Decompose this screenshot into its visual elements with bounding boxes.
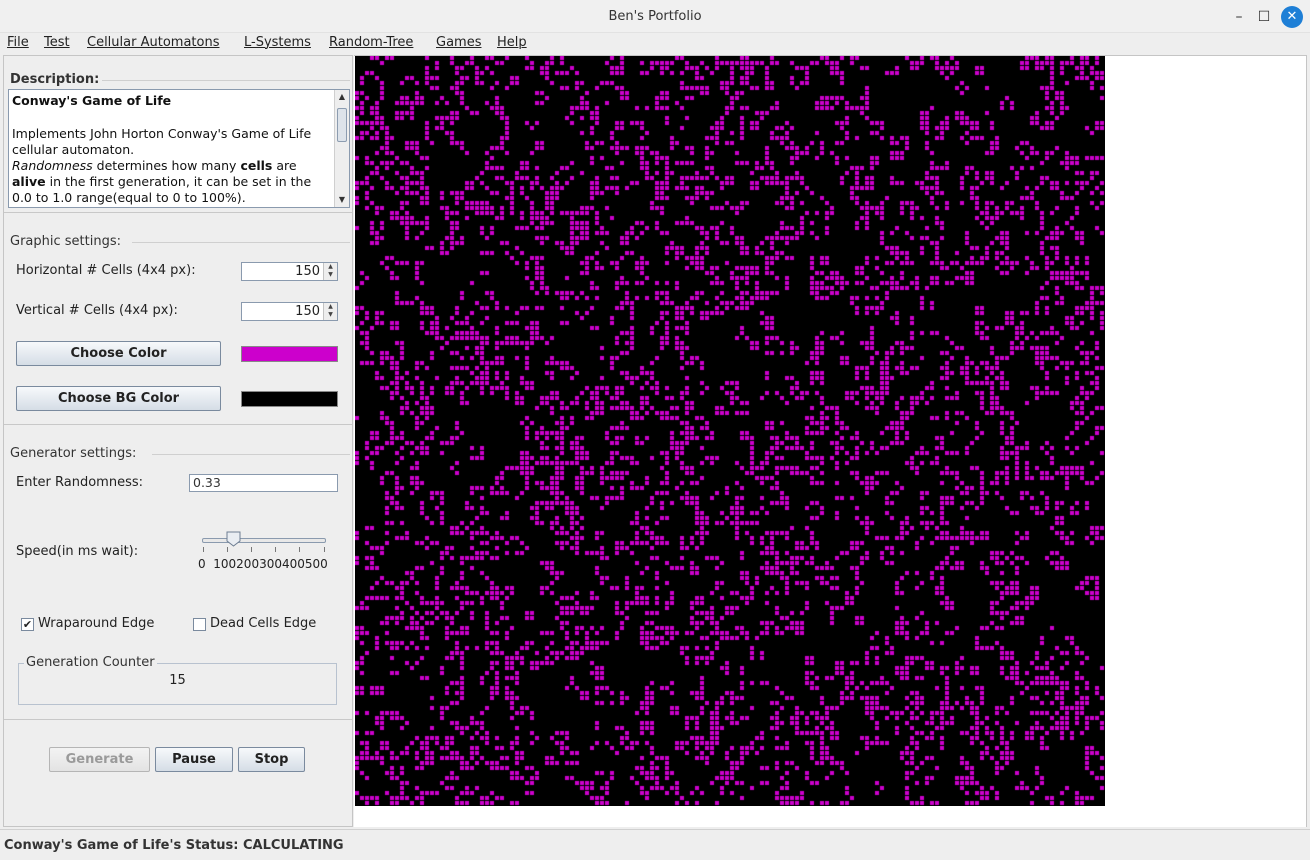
canvas-area: [354, 55, 1307, 827]
horizontal-cells-label: Horizontal # Cells (4x4 px):: [16, 263, 196, 278]
slider-tick: [275, 547, 276, 552]
panel-divider: [4, 424, 352, 425]
description-title: Conway's Game of Life: [12, 93, 172, 108]
spinner-down-icon[interactable]: ▼: [324, 311, 337, 319]
section-divider: [102, 80, 350, 81]
generate-button[interactable]: Generate: [49, 747, 150, 772]
wraparound-checkbox[interactable]: ✔: [21, 618, 34, 631]
minimize-icon[interactable]: –: [1228, 6, 1250, 28]
alive-word: alive: [12, 174, 46, 189]
title-bar: Ben's Portfolio – ☐ ✕: [0, 0, 1310, 33]
menu-games[interactable]: Games: [436, 35, 481, 50]
graphic-section-label: Graphic settings:: [10, 234, 121, 249]
description-line: Implements John Horton Conway's Game of …: [12, 126, 312, 157]
maximize-icon[interactable]: ☐: [1253, 6, 1275, 28]
description-fragment: in the first generation, it can be set i…: [12, 174, 312, 205]
window-title: Ben's Portfolio: [608, 9, 702, 24]
choose-color-button[interactable]: Choose Color: [16, 341, 221, 366]
speed-slider-thumb[interactable]: [226, 531, 241, 547]
slider-tick: [251, 547, 252, 552]
speed-slider-track[interactable]: [202, 538, 326, 543]
menu-random-tree[interactable]: Random-Tree: [329, 35, 413, 50]
menu-l-systems[interactable]: L-Systems: [244, 35, 311, 50]
settings-panel: Description: Conway's Game of Life Imple…: [3, 55, 353, 827]
choose-bg-color-button[interactable]: Choose BG Color: [16, 386, 221, 411]
vertical-cells-spinner[interactable]: 150 ▲ ▼: [241, 302, 338, 321]
description-text: Conway's Game of Life Implements John Ho…: [12, 93, 332, 206]
slider-tick: [203, 547, 204, 552]
randomness-label: Enter Randomness:: [16, 475, 144, 490]
randomness-word: Randomness: [12, 158, 93, 173]
description-fragment: determines how many: [92, 158, 241, 173]
description-section-label: Description:: [10, 72, 100, 87]
wraparound-label: Wraparound Edge: [38, 616, 155, 631]
description-fragment: are: [272, 158, 297, 173]
status-bar: Conway's Game of Life's Status: CALCULAT…: [0, 829, 1310, 860]
generator-section-label: Generator settings:: [10, 446, 137, 461]
menu-cellular-automatons[interactable]: Cellular Automatons: [87, 35, 219, 50]
spinner-down-icon[interactable]: ▼: [324, 271, 337, 279]
panel-divider: [4, 212, 352, 213]
close-icon[interactable]: ✕: [1281, 6, 1303, 28]
spinner-arrows[interactable]: ▲ ▼: [323, 303, 337, 320]
section-divider: [132, 242, 350, 243]
pause-button[interactable]: Pause: [155, 747, 233, 772]
panel-divider: [4, 719, 352, 720]
vertical-cells-label: Vertical # Cells (4x4 px):: [16, 303, 178, 318]
menu-bar: File Test Cellular Automatons L-Systems …: [0, 33, 1310, 54]
speed-label: Speed(in ms wait):: [16, 544, 139, 559]
bg-color-swatch: [241, 391, 338, 407]
description-paragraph: Randomness determines how many cells are…: [12, 158, 332, 206]
randomness-input[interactable]: 0.33: [189, 474, 338, 492]
menu-help[interactable]: Help: [497, 35, 527, 50]
description-textarea[interactable]: Conway's Game of Life Implements John Ho…: [8, 89, 350, 208]
game-of-life-canvas[interactable]: [355, 56, 1105, 806]
slider-tick: [299, 547, 300, 552]
dead-cells-checkbox[interactable]: [193, 618, 206, 631]
menu-test[interactable]: Test: [44, 35, 70, 50]
dead-cells-label: Dead Cells Edge: [210, 616, 317, 631]
stop-button[interactable]: Stop: [238, 747, 305, 772]
scroll-up-icon[interactable]: ▲: [335, 90, 349, 104]
spinner-arrows[interactable]: ▲ ▼: [323, 263, 337, 280]
menu-file[interactable]: File: [7, 35, 29, 50]
generation-counter-title: Generation Counter: [24, 655, 157, 670]
vertical-cells-value[interactable]: 150: [295, 304, 320, 319]
horizontal-cells-value[interactable]: 150: [295, 264, 320, 279]
speed-tick-labels: 0 100200300400500: [198, 557, 328, 571]
horizontal-cells-spinner[interactable]: 150 ▲ ▼: [241, 262, 338, 281]
scroll-down-icon[interactable]: ▼: [335, 193, 349, 207]
spinner-up-icon[interactable]: ▲: [324, 303, 337, 311]
status-text: Conway's Game of Life's Status: CALCULAT…: [4, 838, 344, 853]
slider-tick: [227, 547, 228, 552]
spinner-up-icon[interactable]: ▲: [324, 263, 337, 271]
generation-counter-value: 15: [169, 673, 186, 688]
slider-tick: [324, 547, 325, 552]
description-scrollbar[interactable]: ▲ ▼: [334, 90, 349, 207]
section-divider: [152, 454, 350, 455]
cells-word: cells: [240, 158, 273, 173]
cell-color-swatch: [241, 346, 338, 362]
scroll-thumb[interactable]: [337, 108, 347, 142]
